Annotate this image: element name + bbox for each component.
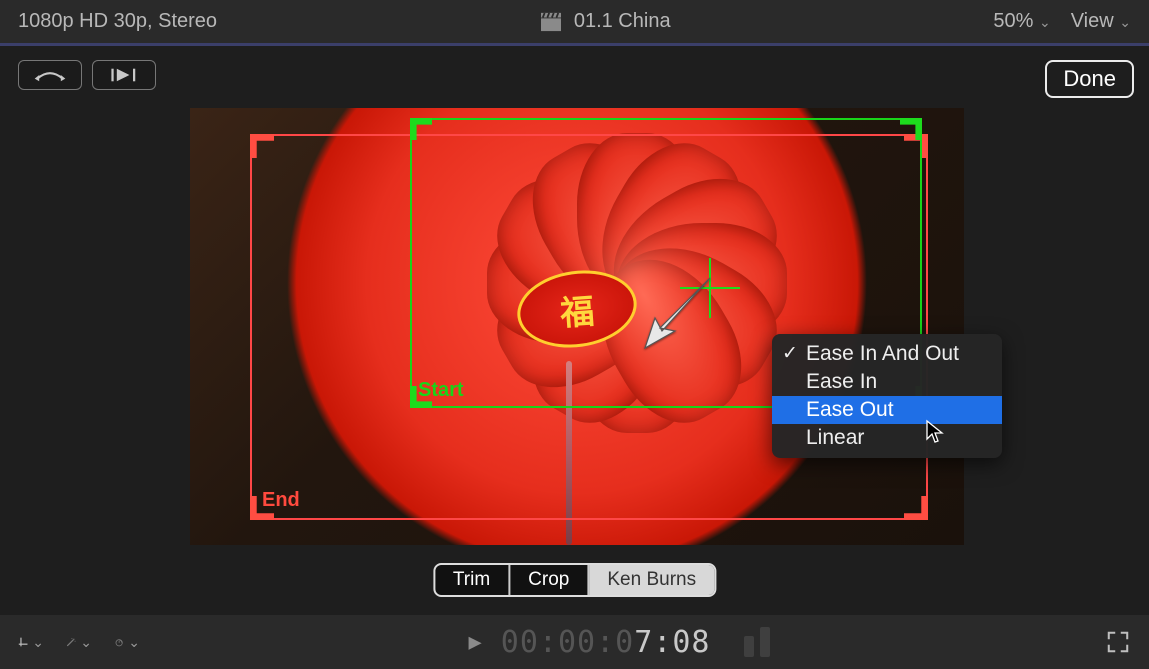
menu-item-ease-out[interactable]: Ease Out	[772, 396, 1002, 424]
done-button[interactable]: Done	[1045, 60, 1134, 98]
chevron-down-icon: ⌄	[80, 634, 92, 651]
menu-item-ease-in-and-out[interactable]: Ease In And Out	[772, 340, 1002, 368]
chevron-down-icon: ⌄	[1039, 14, 1051, 30]
fullscreen-icon[interactable]	[1105, 629, 1131, 655]
preview-play-button[interactable]	[92, 60, 156, 90]
swap-start-end-button[interactable]	[18, 60, 82, 90]
view-menu-dropdown[interactable]: View ⌄	[1071, 10, 1131, 33]
easing-context-menu: Ease In And Out Ease In Ease Out Linear	[772, 334, 1002, 458]
menu-item-ease-in[interactable]: Ease In	[772, 368, 1002, 396]
play-icon[interactable]: ▶	[469, 630, 483, 655]
menu-item-linear[interactable]: Linear	[772, 424, 1002, 452]
clapperboard-icon	[540, 12, 562, 32]
crop-mode-segmented-control: Trim Crop Ken Burns	[433, 563, 716, 597]
viewer-bottom-bar: ⌄ ⌄ ⌄ ▶ 00:00:07:08	[0, 615, 1149, 669]
chevron-down-icon: ⌄	[128, 634, 140, 651]
retime-tool-dropdown[interactable]: ⌄	[114, 629, 140, 655]
clip-name: 01.1 China	[574, 10, 671, 33]
audio-meter-icon	[744, 627, 776, 657]
chevron-down-icon: ⌄	[32, 634, 44, 651]
segment-trim[interactable]: Trim	[435, 565, 510, 595]
enhance-tool-dropdown[interactable]: ⌄	[66, 629, 92, 655]
segment-ken-burns[interactable]: Ken Burns	[589, 565, 714, 595]
viewer[interactable]: 福 End Start	[190, 108, 964, 545]
clip-preview-image: 福	[190, 108, 964, 545]
project-spec: 1080p HD 30p, Stereo	[18, 10, 217, 33]
zoom-level-dropdown[interactable]: 50% ⌄	[993, 10, 1050, 33]
chevron-down-icon: ⌄	[1119, 14, 1131, 30]
timecode-display: ▶ 00:00:07:08	[469, 625, 777, 660]
segment-crop[interactable]: Crop	[510, 565, 589, 595]
viewer-top-bar: 1080p HD 30p, Stereo 01.1 China 50% ⌄ Vi…	[0, 0, 1149, 46]
transform-tool-dropdown[interactable]: ⌄	[18, 629, 44, 655]
